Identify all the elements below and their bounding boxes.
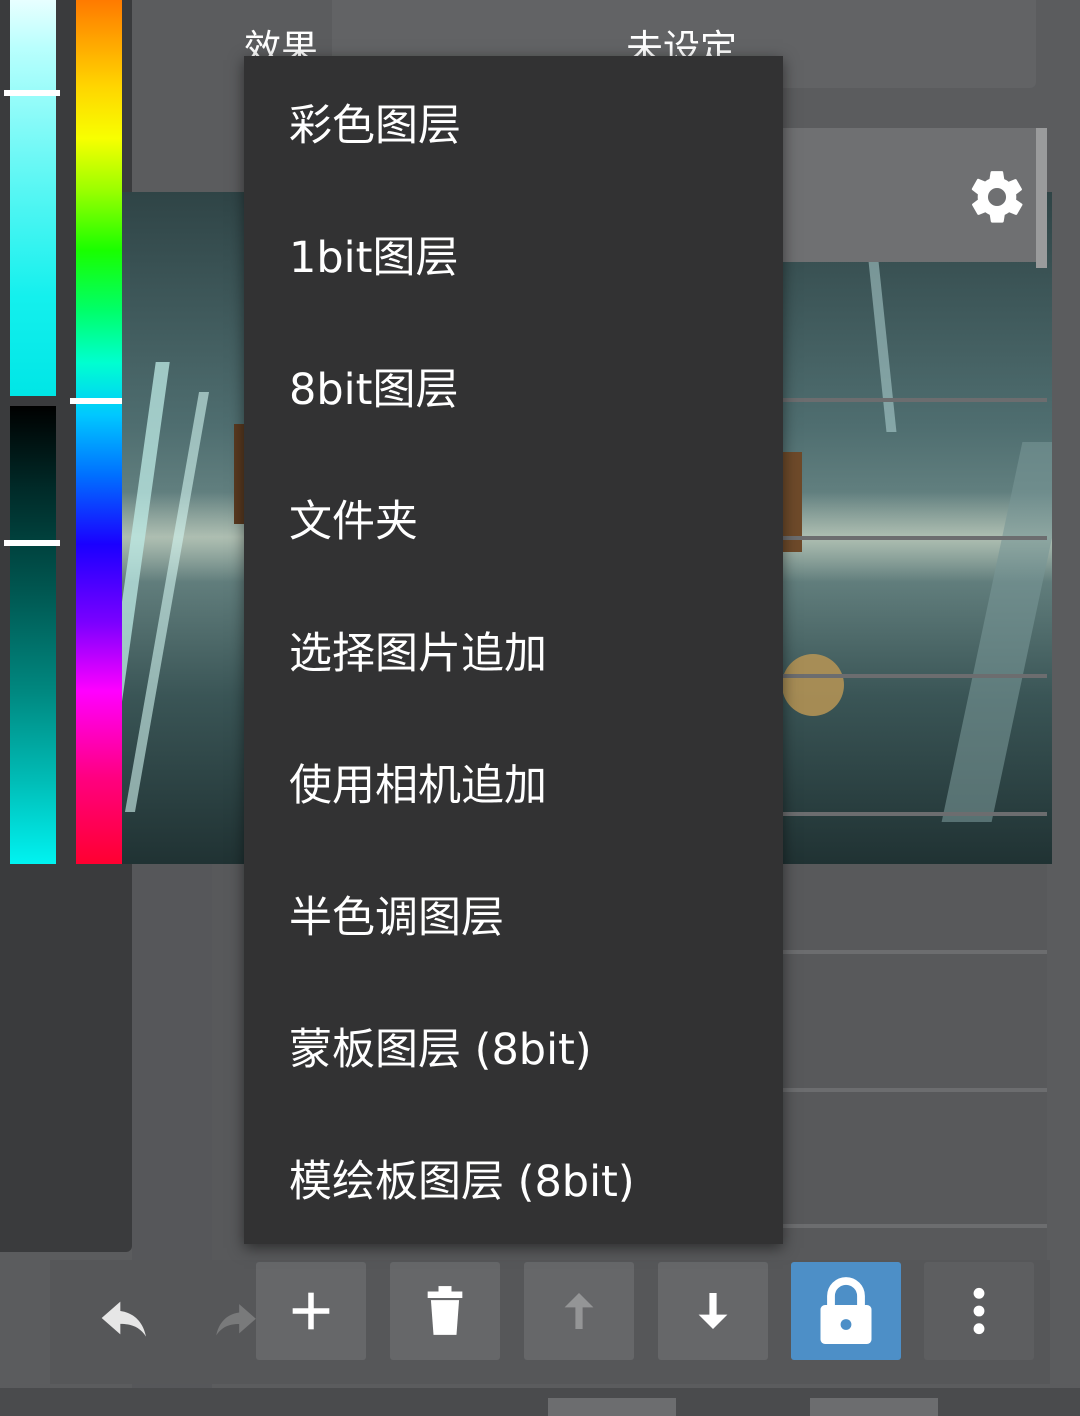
menu-item-8bit-layer[interactable]: 8bit图层 bbox=[244, 320, 783, 452]
menu-item-label: 选择图片追加 bbox=[289, 629, 547, 679]
lock-layer-button[interactable] bbox=[791, 1262, 901, 1360]
redo-icon bbox=[210, 1304, 260, 1346]
menu-item-color-layer[interactable]: 彩色图层 bbox=[244, 56, 783, 188]
menu-item-folder[interactable]: 文件夹 bbox=[244, 452, 783, 584]
more-options-button[interactable] bbox=[924, 1262, 1034, 1360]
arrow-up-icon bbox=[561, 1289, 597, 1333]
menu-item-add-from-camera[interactable]: 使用相机追加 bbox=[244, 716, 783, 848]
undo-button[interactable] bbox=[70, 1272, 180, 1378]
bottom-tab-2[interactable] bbox=[810, 1398, 938, 1416]
hue-slider-handle[interactable] bbox=[70, 398, 128, 404]
gear-icon[interactable] bbox=[966, 166, 1028, 228]
menu-item-halftone-layer[interactable]: 半色调图层 bbox=[244, 848, 783, 980]
undo-icon bbox=[97, 1301, 153, 1349]
layer-list-scrollbar[interactable] bbox=[1036, 128, 1047, 268]
bottom-tab-1[interactable] bbox=[548, 1398, 676, 1416]
menu-item-1bit-layer[interactable]: 1bit图层 bbox=[244, 188, 783, 320]
add-layer-button[interactable] bbox=[256, 1262, 366, 1360]
plus-icon bbox=[289, 1289, 333, 1333]
menu-item-label: 文件夹 bbox=[289, 497, 418, 547]
trash-icon bbox=[423, 1285, 467, 1337]
saturation-slider[interactable] bbox=[10, 406, 56, 864]
menu-item-add-from-image[interactable]: 选择图片追加 bbox=[244, 584, 783, 716]
saturation-slider-handle[interactable] bbox=[4, 540, 60, 546]
menu-item-label: 1bit图层 bbox=[289, 233, 459, 283]
arrow-down-icon bbox=[695, 1289, 731, 1333]
move-layer-up-button[interactable] bbox=[524, 1262, 634, 1360]
brightness-slider[interactable] bbox=[10, 0, 56, 396]
menu-item-label: 半色调图层 bbox=[289, 893, 504, 943]
menu-item-label: 使用相机追加 bbox=[289, 761, 547, 811]
menu-item-label: 蒙板图层 (8bit) bbox=[289, 1025, 592, 1075]
delete-layer-button[interactable] bbox=[390, 1262, 500, 1360]
lock-icon bbox=[816, 1274, 876, 1348]
more-vertical-icon bbox=[971, 1286, 987, 1336]
menu-item-stencil-layer[interactable]: 模绘板图层 (8bit) bbox=[244, 1112, 783, 1244]
menu-item-mask-layer[interactable]: 蒙板图层 (8bit) bbox=[244, 980, 783, 1112]
hue-slider[interactable] bbox=[76, 0, 122, 864]
move-layer-down-button[interactable] bbox=[658, 1262, 768, 1360]
menu-item-label: 8bit图层 bbox=[289, 365, 459, 415]
layer-list[interactable] bbox=[783, 128, 1047, 1258]
menu-item-label: 彩色图层 bbox=[289, 101, 461, 151]
menu-item-label: 模绘板图层 (8bit) bbox=[289, 1157, 635, 1207]
brightness-slider-handle[interactable] bbox=[4, 90, 60, 96]
add-layer-menu: 彩色图层 1bit图层 8bit图层 文件夹 选择图片追加 使用相机追加 半色调… bbox=[244, 56, 783, 1244]
